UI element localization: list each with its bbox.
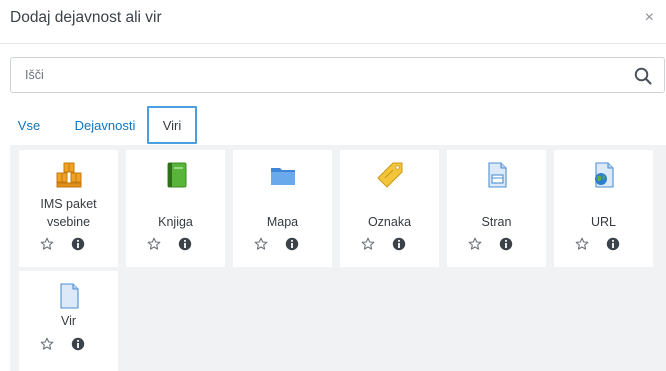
info-icon[interactable] xyxy=(71,337,85,351)
modal-title: Dodaj dejavnost ali vir xyxy=(10,9,162,26)
search-icon[interactable] xyxy=(634,67,652,85)
folder-icon xyxy=(270,168,295,185)
star-icon[interactable] xyxy=(40,337,54,351)
resource-label: IMS paket vsebine xyxy=(40,197,97,229)
resource-card-ims-package[interactable]: IMS paket vsebine xyxy=(19,150,118,267)
resource-label: Vir xyxy=(60,314,77,328)
info-icon[interactable] xyxy=(178,237,192,251)
resource-card-label[interactable]: Oznaka xyxy=(340,150,439,267)
resource-card-file[interactable]: Vir xyxy=(19,271,118,371)
star-icon[interactable] xyxy=(468,237,482,251)
info-icon[interactable] xyxy=(285,237,299,251)
info-icon[interactable] xyxy=(499,237,513,251)
search-input[interactable] xyxy=(11,58,621,92)
label-tag-icon xyxy=(377,162,402,188)
resource-card-page[interactable]: Stran xyxy=(447,150,546,267)
resource-label: Mapa xyxy=(266,215,299,229)
resource-card-folder[interactable]: Mapa xyxy=(233,150,332,267)
resource-label: Knjiga xyxy=(158,215,193,229)
resource-grid: IMS paket vsebine Knjiga Mapa Oznaka Str… xyxy=(10,145,666,371)
info-icon[interactable] xyxy=(606,237,620,251)
resource-card-book[interactable]: Knjiga xyxy=(126,150,225,267)
star-icon[interactable] xyxy=(575,237,589,251)
resource-label: URL xyxy=(590,215,616,229)
file-icon xyxy=(59,283,79,309)
star-icon[interactable] xyxy=(254,237,268,251)
resource-card-url[interactable]: URL xyxy=(554,150,653,267)
url-globe-icon xyxy=(594,162,614,188)
page-icon xyxy=(487,162,507,188)
star-icon[interactable] xyxy=(361,237,375,251)
tab-activities[interactable]: Dejavnosti xyxy=(70,106,140,144)
tab-resources[interactable]: Viri xyxy=(147,106,197,144)
info-icon[interactable] xyxy=(392,237,406,251)
star-icon[interactable] xyxy=(147,237,161,251)
tab-all[interactable]: Vse xyxy=(14,106,44,144)
ims-package-icon xyxy=(56,162,81,188)
modal-header: Dodaj dejavnost ali vir × xyxy=(0,0,666,44)
book-icon xyxy=(167,162,186,188)
search-box xyxy=(10,57,665,93)
info-icon[interactable] xyxy=(71,237,85,251)
add-activity-modal: Dodaj dejavnost ali vir × Vse Dejavnosti… xyxy=(0,0,666,371)
tab-bar: Vse Dejavnosti Viri xyxy=(0,104,666,146)
star-icon[interactable] xyxy=(40,237,54,251)
resource-label: Oznaka xyxy=(367,215,412,229)
resource-label: Stran xyxy=(481,215,512,229)
close-icon[interactable]: × xyxy=(645,9,654,27)
